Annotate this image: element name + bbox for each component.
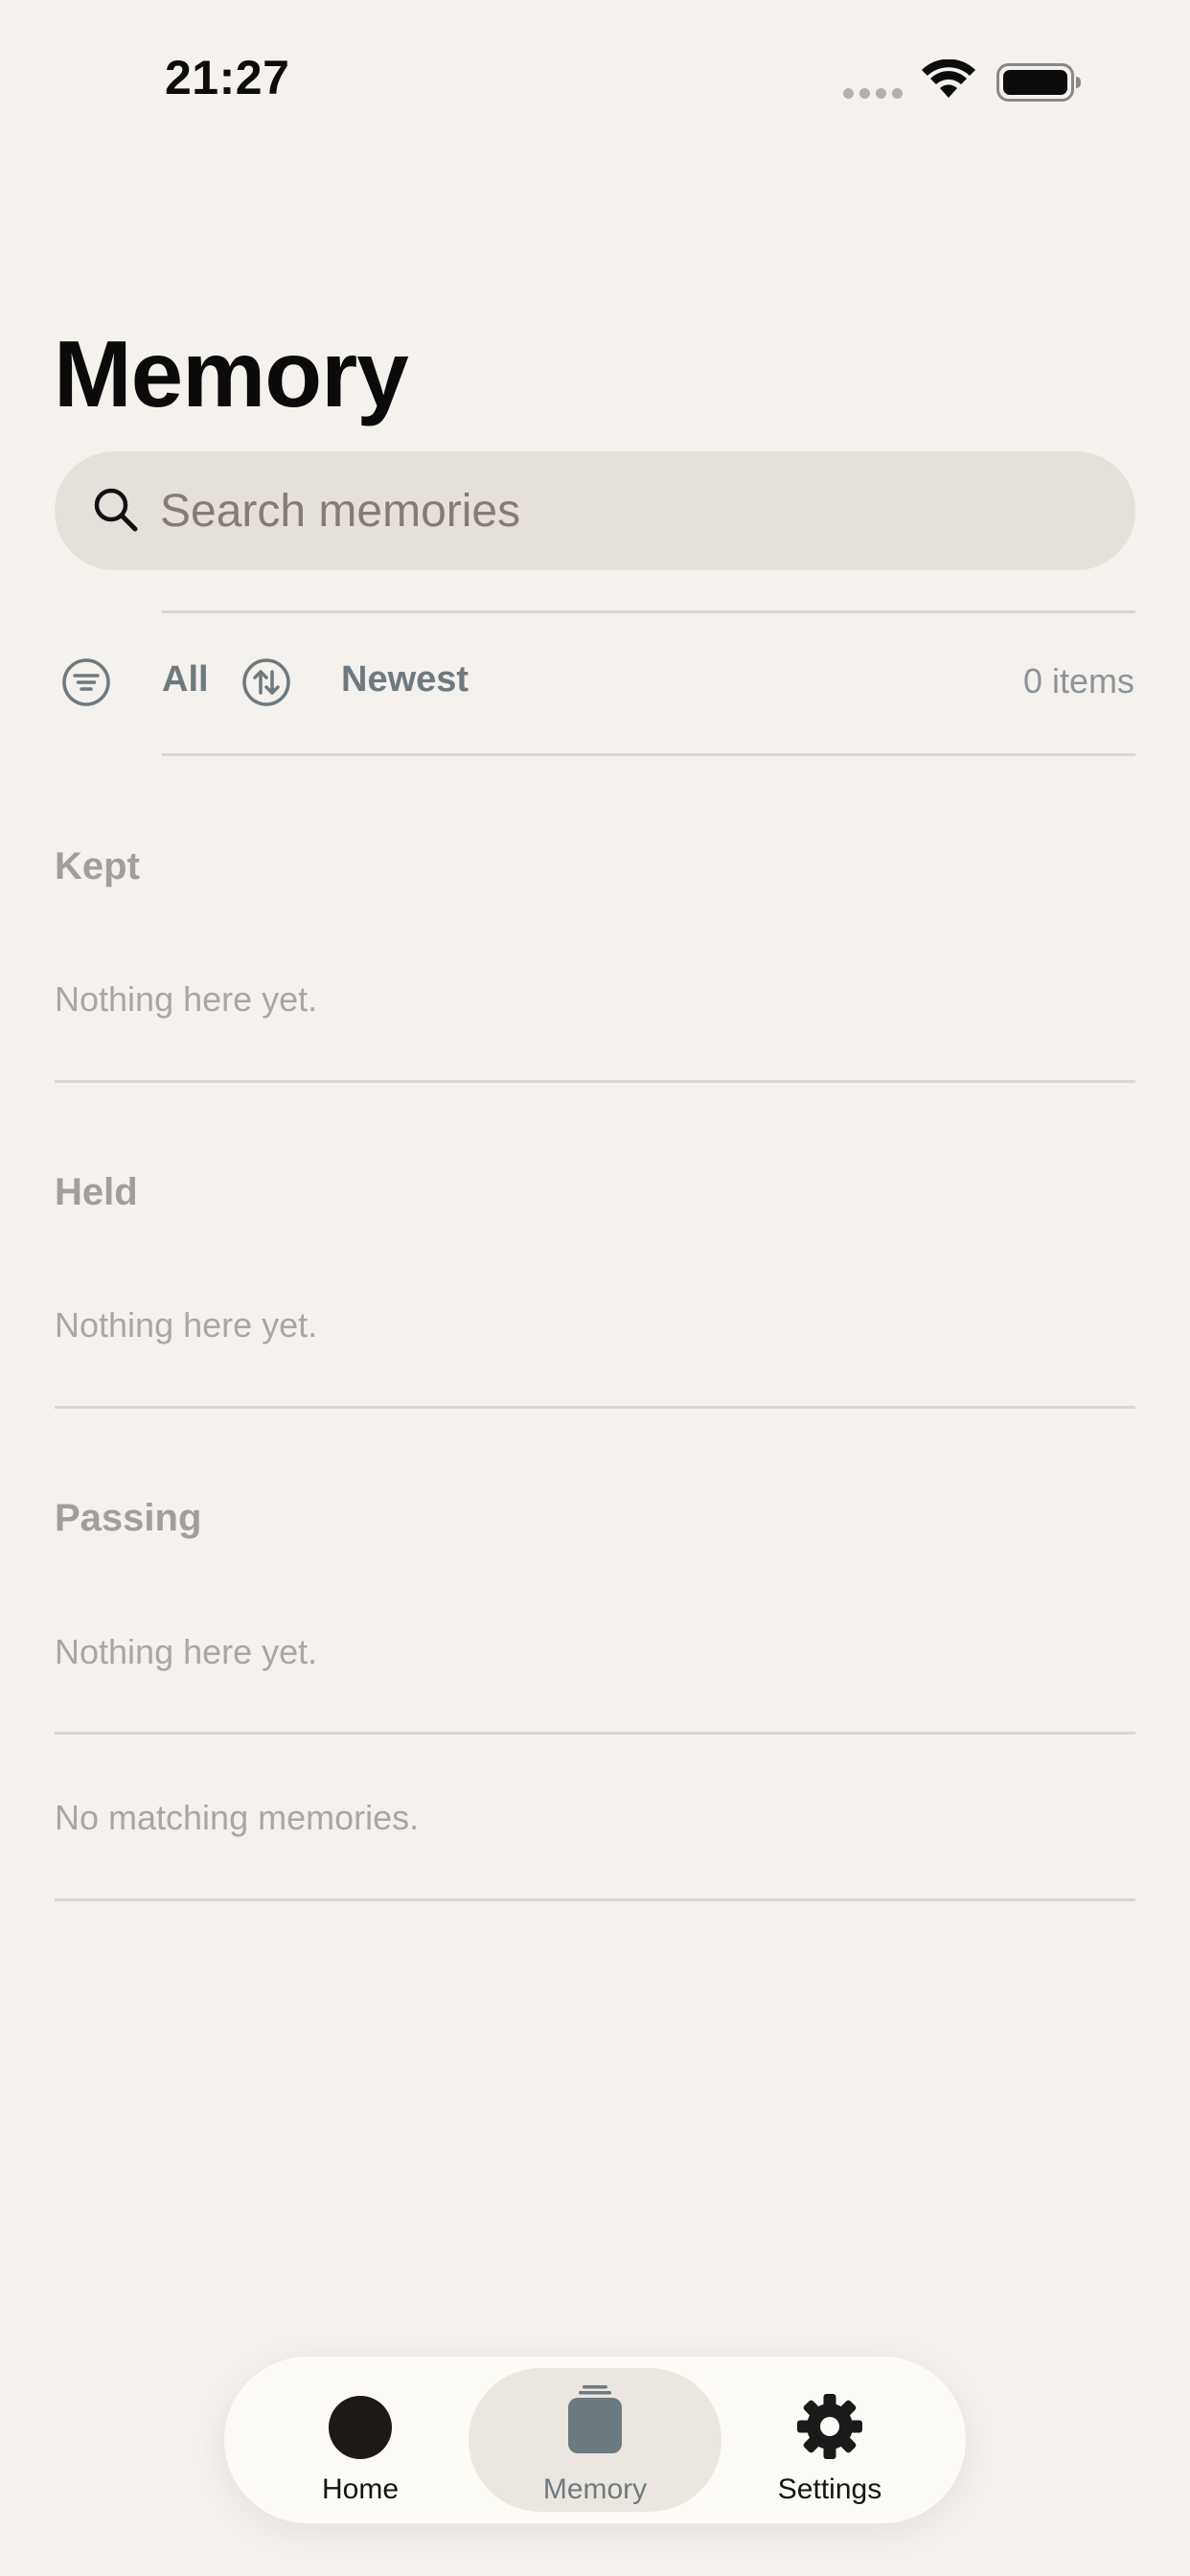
items-count: 0 items (1022, 661, 1134, 701)
cellular-signal-icon (843, 88, 904, 100)
tab-label: Memory (542, 2473, 648, 2505)
circle-icon (329, 2396, 392, 2459)
status-bar: 21:27 (0, 0, 1190, 163)
section-empty-text: Nothing here yet. (55, 1305, 318, 1345)
tab-memory[interactable]: Memory (469, 2368, 721, 2512)
search-icon (94, 488, 138, 532)
tab-settings[interactable]: Settings (703, 2368, 956, 2512)
jar-icon (568, 2385, 622, 2453)
section-empty-text: Nothing here yet. (55, 979, 318, 1019)
divider (162, 753, 1135, 756)
divider (55, 1898, 1135, 1901)
gear-icon (797, 2394, 862, 2459)
search-input[interactable] (160, 451, 1099, 570)
filter-icon[interactable] (61, 657, 111, 707)
divider (162, 610, 1135, 613)
section-title-passing: Passing (55, 1497, 202, 1539)
section-empty-text: Nothing here yet. (55, 1632, 318, 1671)
wifi-icon (922, 59, 975, 98)
filter-all-button[interactable]: All (162, 659, 209, 701)
sort-icon[interactable] (241, 657, 291, 707)
tab-bar: Home Memory Settings (224, 2357, 966, 2523)
tab-label: Settings (777, 2473, 882, 2505)
sort-newest-button[interactable]: Newest (341, 659, 469, 701)
tab-label: Home (321, 2473, 400, 2505)
section-title-kept: Kept (55, 845, 140, 887)
divider (55, 1080, 1135, 1083)
battery-icon (996, 63, 1081, 102)
status-time: 21:27 (165, 51, 290, 104)
page-title: Memory (54, 321, 409, 426)
empty-state-message: No matching memories. (55, 1798, 420, 1837)
divider (55, 1732, 1135, 1735)
divider (55, 1406, 1135, 1409)
section-title-held: Held (55, 1171, 138, 1213)
search-bar[interactable] (55, 451, 1135, 570)
tab-home[interactable]: Home (234, 2368, 487, 2512)
